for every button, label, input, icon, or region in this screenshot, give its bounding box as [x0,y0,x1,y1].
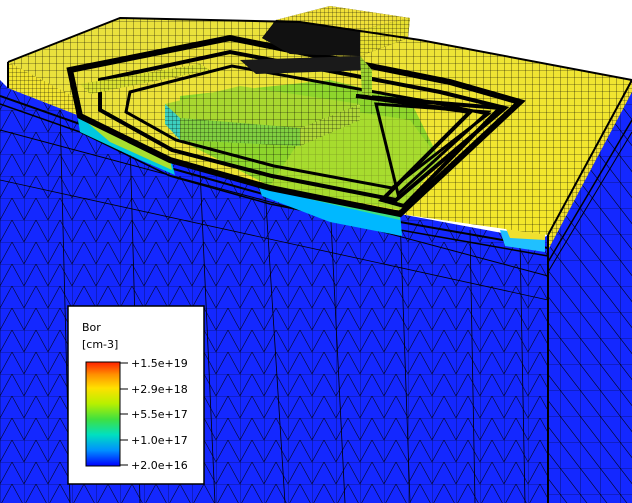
legend-colorbar [85,361,121,467]
colorbar-legend: Bor [cm-3] +1.5e+19 +2.9e+18 +5.5e+17 +1… [67,305,205,485]
legend-quantity: Bor [82,321,101,334]
legend-unit: [cm-3] [82,338,118,351]
legend-tick-label: +1.5e+19 [131,357,188,370]
legend-tick-label: +5.5e+17 [131,408,188,421]
legend-tick-label: +2.9e+18 [131,383,188,396]
device-mesh-rendering: Bor [cm-3] +1.5e+19 +2.9e+18 +5.5e+17 +1… [0,0,632,503]
legend-tick-label: +1.0e+17 [131,434,188,447]
legend-tick-label: +2.0e+16 [131,459,188,472]
